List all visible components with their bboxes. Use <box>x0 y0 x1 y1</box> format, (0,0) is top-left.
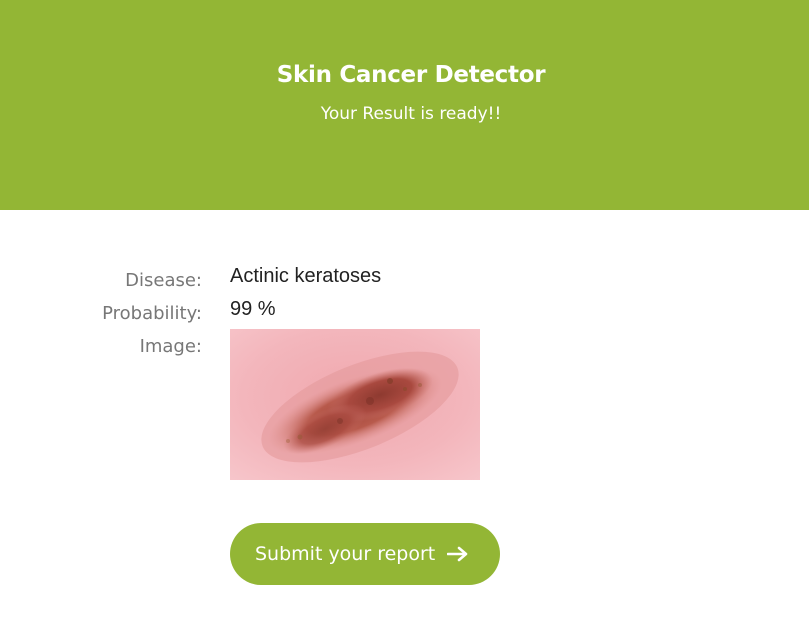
submit-report-button[interactable]: Submit your report <box>230 523 500 585</box>
submit-report-label: Submit your report <box>255 543 436 565</box>
probability-label: Probability: <box>102 303 202 324</box>
lesion-image <box>230 329 480 480</box>
page-subtitle: Your Result is ready!! <box>320 104 502 124</box>
probability-value: 99 % <box>230 298 276 320</box>
disease-label: Disease: <box>125 270 202 291</box>
header-banner: Skin Cancer Detector Your Result is read… <box>0 0 809 210</box>
arrow-right-icon <box>446 544 469 564</box>
disease-value: Actinic keratoses <box>230 265 382 287</box>
image-label: Image: <box>139 336 202 357</box>
page-title: Skin Cancer Detector <box>276 62 546 88</box>
